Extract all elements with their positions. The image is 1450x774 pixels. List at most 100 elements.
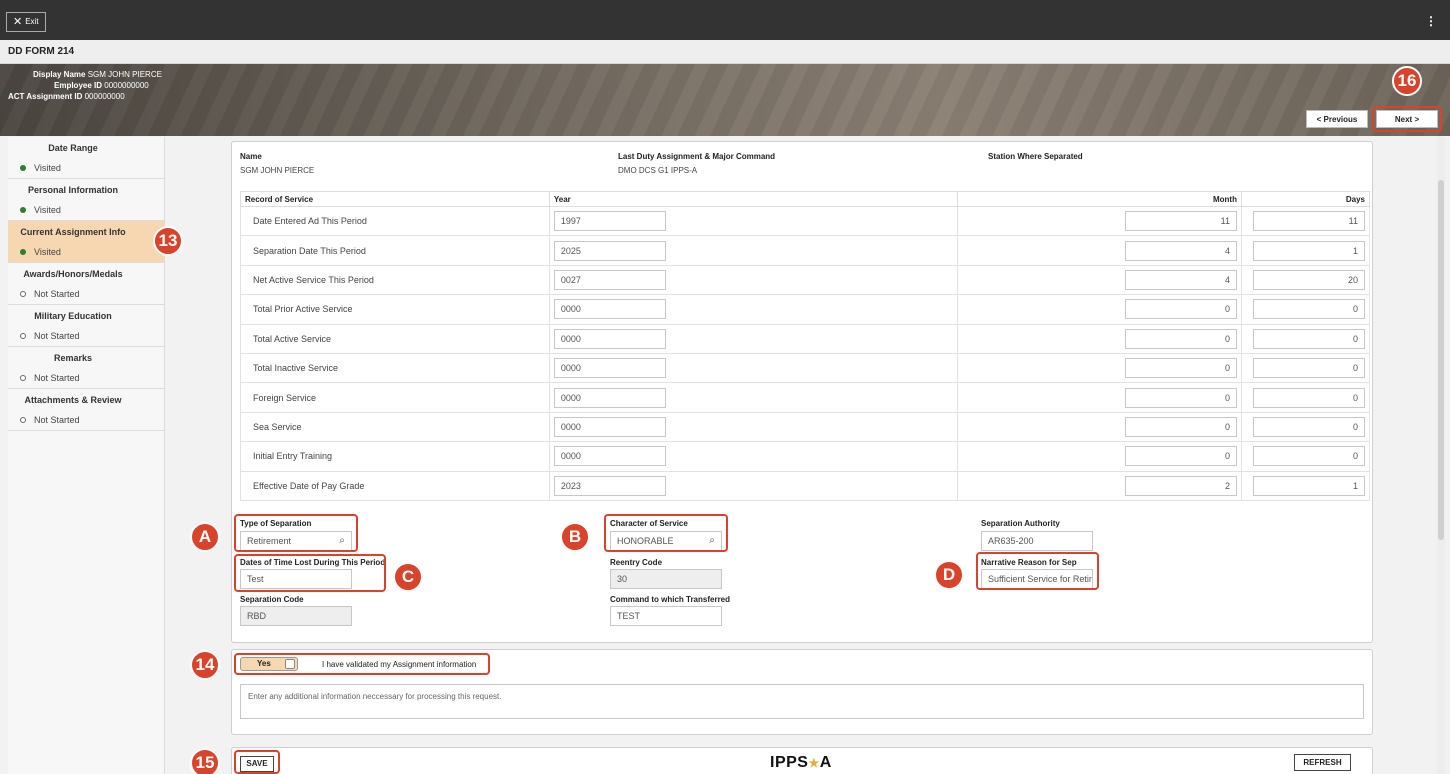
table-row: Total Prior Active Service 0000 0 0: [240, 294, 1371, 325]
row-label: Initial Entry Training: [240, 441, 550, 472]
visited-dot-icon: [20, 207, 26, 213]
display-name-label: Display Name: [33, 70, 86, 79]
duty-value: DMO DCS G1 IPPS-A: [618, 166, 698, 175]
days-input[interactable]: 0: [1252, 416, 1365, 437]
sidebar-item-date-range[interactable]: Date Range Visited: [8, 137, 164, 179]
row-label: Foreign Service: [240, 382, 550, 413]
month-input[interactable]: 4: [1124, 269, 1237, 290]
days-input[interactable]: 1: [1252, 240, 1365, 261]
form-title-bar: DD FORM 214: [0, 40, 1450, 64]
days-input[interactable]: 0: [1252, 328, 1365, 349]
ipps-a-logo: IPPS★A: [770, 754, 832, 772]
days-input[interactable]: 0: [1252, 446, 1365, 467]
record-header: Record of Service: [240, 191, 550, 207]
separation-authority-field[interactable]: AR635-200: [981, 531, 1093, 551]
step-title: Military Education: [34, 311, 112, 321]
page-title: DD FORM 214: [8, 46, 75, 57]
days-input[interactable]: 0: [1252, 358, 1365, 379]
table-row: Sea Service 0000 0 0: [240, 411, 1371, 443]
month-input[interactable]: 0: [1124, 328, 1237, 349]
row-label: Separation Date This Period: [240, 235, 550, 266]
year-input[interactable]: 0000: [553, 416, 666, 437]
month-input[interactable]: 11: [1124, 211, 1237, 232]
save-highlight: [234, 750, 280, 774]
separation-code-field: RBD: [240, 606, 352, 626]
step-title: Attachments & Review: [24, 395, 122, 405]
year-input[interactable]: 0000: [553, 299, 666, 320]
year-header: Year: [548, 191, 958, 207]
year-input[interactable]: 0027: [553, 269, 666, 290]
logo-text-right: A: [819, 754, 832, 771]
sidebar-item-awards[interactable]: Awards/Honors/Medals Not Started: [8, 263, 164, 305]
step-status: Visited: [34, 205, 61, 215]
step-status: Visited: [34, 247, 61, 257]
month-input[interactable]: 4: [1124, 240, 1237, 261]
station-label: Station Where Separated: [988, 152, 1083, 161]
display-name-value: SGM JOHN PIERCE: [87, 70, 162, 79]
employee-id-label: Employee ID: [54, 81, 103, 90]
reentry-code-label: Reentry Code: [610, 558, 663, 567]
logo-star-icon: ★: [808, 756, 820, 770]
step-title: Remarks: [53, 353, 93, 363]
sidebar-item-attachments-review[interactable]: Attachments & Review Not Started: [8, 389, 164, 431]
year-input[interactable]: 0000: [553, 328, 666, 349]
duty-label: Last Duty Assignment & Major Command: [618, 152, 776, 161]
month-input[interactable]: 2: [1124, 475, 1237, 496]
days-input[interactable]: 0: [1252, 387, 1365, 408]
year-input[interactable]: 0000: [553, 446, 666, 467]
not-started-dot-icon: [20, 375, 26, 381]
days-header: Days: [1240, 191, 1371, 207]
row-label: Total Active Service: [240, 323, 550, 354]
callout-c: C: [393, 562, 423, 592]
days-input[interactable]: 20: [1252, 269, 1365, 290]
days-input[interactable]: 1: [1252, 475, 1365, 496]
additional-info-textarea[interactable]: Enter any additional information neccess…: [240, 684, 1364, 719]
step-title: Current Assignment Info: [20, 227, 126, 237]
sidebar-item-military-education[interactable]: Military Education Not Started: [8, 305, 164, 347]
row-label: Total Prior Active Service: [240, 294, 550, 325]
table-header-row: Record of Service Year Month Days: [240, 191, 1371, 207]
days-input[interactable]: 11: [1252, 211, 1365, 232]
sidebar-item-personal-information[interactable]: Personal Information Visited: [8, 179, 164, 221]
refresh-button[interactable]: REFRESH: [1294, 754, 1351, 771]
visited-dot-icon: [20, 249, 26, 255]
year-input[interactable]: 0000: [553, 358, 666, 379]
year-input[interactable]: 0000: [553, 387, 666, 408]
narrative-reason-highlight: [976, 552, 1099, 590]
month-input[interactable]: 0: [1124, 358, 1237, 379]
main-content: Name SGM JOHN PIERCE Last Duty Assignmen…: [165, 137, 1450, 774]
previous-button[interactable]: < Previous: [1306, 110, 1368, 128]
validation-highlight: [234, 653, 490, 675]
month-input[interactable]: 0: [1124, 446, 1237, 467]
month-input[interactable]: 0: [1124, 387, 1237, 408]
header-banner: Display Name SGM JOHN PIERCE Employee ID…: [0, 64, 1450, 136]
step-status: Visited: [34, 163, 61, 173]
sidebar-item-remarks[interactable]: Remarks Not Started: [8, 347, 164, 389]
month-input[interactable]: 0: [1124, 416, 1237, 437]
separation-authority-label: Separation Authority: [981, 519, 1060, 528]
name-value: SGM JOHN PIERCE: [240, 166, 315, 175]
more-menu-icon[interactable]: ⋮: [1425, 14, 1437, 28]
command-transferred-field[interactable]: TEST: [610, 606, 722, 626]
scrollbar-thumb[interactable]: [1438, 180, 1444, 540]
sidebar-item-current-assignment-info[interactable]: Current Assignment Info Visited: [8, 221, 164, 263]
row-label: Total Inactive Service: [240, 352, 550, 384]
callout-15: 15: [190, 748, 220, 774]
next-highlight: [1372, 106, 1442, 132]
step-status: Not Started: [34, 373, 80, 383]
character-of-service-highlight: [604, 514, 728, 552]
month-input[interactable]: 0: [1124, 299, 1237, 320]
assignment-id-label: ACT Assignment ID: [8, 92, 83, 101]
close-icon: ✕: [13, 16, 23, 28]
step-status: Not Started: [34, 331, 80, 341]
step-sidebar: Date Range Visited Personal Information …: [8, 137, 165, 774]
table-row: Net Active Service This Period 0027 4 20: [240, 264, 1371, 296]
year-input[interactable]: 2025: [553, 240, 666, 261]
days-input[interactable]: 0: [1252, 299, 1365, 320]
display-name-row: Display Name SGM JOHN PIERCE: [33, 70, 162, 79]
year-input[interactable]: 1997: [553, 211, 666, 232]
action-panel: SAVE IPPS★A REFRESH: [231, 747, 1373, 774]
assignment-id-row: ACT Assignment ID 000000000: [8, 92, 125, 101]
exit-button[interactable]: ✕ Exit: [6, 12, 46, 32]
year-input[interactable]: 2023: [553, 475, 666, 496]
